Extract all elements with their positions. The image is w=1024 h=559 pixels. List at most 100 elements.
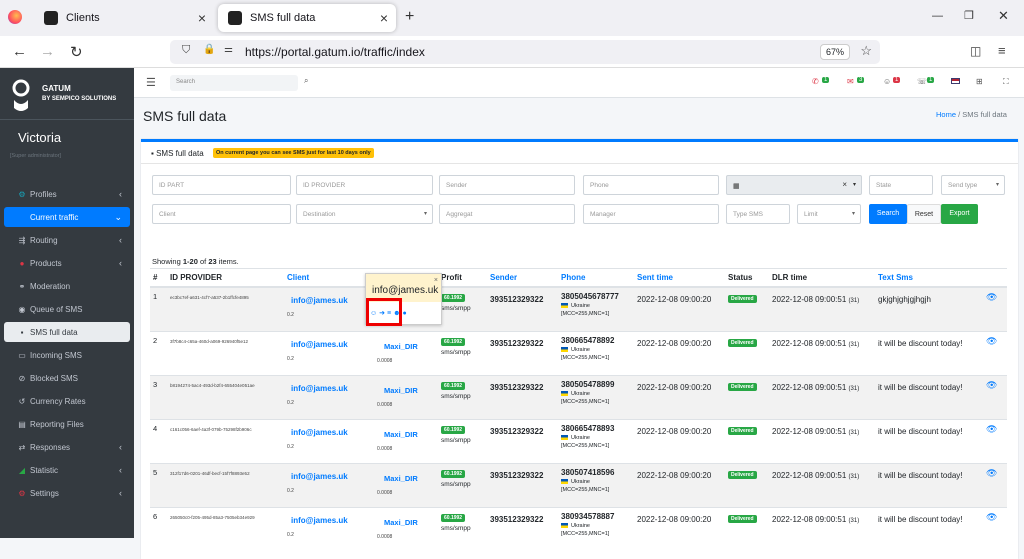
client-link[interactable]: info@james.uk [291, 472, 371, 481]
reset-button[interactable]: Reset [907, 204, 941, 224]
eye-icon[interactable]: 👁 [986, 380, 997, 390]
profit-cell: 60.1992 sms/smpp [438, 418, 487, 463]
export-button[interactable]: Export [941, 204, 978, 224]
close-tab-icon[interactable]: × [198, 10, 206, 26]
verified-icon[interactable]: ● [403, 310, 409, 317]
window-close-icon[interactable]: ✕ [998, 8, 1009, 24]
col-header-phone[interactable]: Phone [558, 268, 634, 288]
sidebar-item-settings[interactable]: ⚙ Settings ‹ [4, 483, 130, 503]
type-sms-input[interactable]: Type SMS [726, 204, 790, 224]
sidebar-item-queue[interactable]: ◉ Queue of SMS [4, 299, 130, 319]
user-name[interactable]: Victoria [18, 130, 61, 145]
sidebar-item-blocked-sms[interactable]: ⊘ Blocked SMS [4, 368, 130, 388]
client-link[interactable]: info@james.uk [291, 340, 371, 349]
browser-tab-sms-full-data[interactable]: SMS full data × [218, 4, 396, 32]
eye-icon[interactable]: 👁 [986, 468, 997, 478]
gatum-favicon-icon [228, 11, 242, 25]
alert-icon[interactable]: ✆ [812, 77, 819, 86]
col-header-sender[interactable]: Sender [487, 268, 558, 288]
card-title: ▪ SMS full data [151, 149, 204, 158]
sidebar-item-moderation[interactable]: ⚭ Moderation [4, 276, 130, 296]
sidebar-item-responses[interactable]: ⇄ Responses ‹ [4, 437, 130, 457]
user-group-icon[interactable]: ☺ [883, 77, 891, 86]
shield-icon[interactable]: ⛉ [182, 44, 190, 57]
sidebar-item-profiles[interactable]: ⚙ Profiles ‹ [4, 184, 130, 204]
popover-close-icon[interactable]: × [434, 277, 438, 284]
pocket-icon[interactable]: ◫ [970, 44, 981, 58]
zoom-level[interactable]: 67% [819, 44, 850, 60]
sidebar-item-routing[interactable]: ⇶ Routing ‹ [4, 230, 130, 250]
brand[interactable]: GATUM BY SEMPICO SOLUTIONS [0, 68, 134, 120]
reload-icon[interactable]: ↻ [70, 43, 83, 61]
sent-time: 2022-12-08 09:00:20 [637, 426, 712, 436]
restore-icon[interactable]: ❐ [964, 9, 974, 22]
sidebar-item-reporting-files[interactable]: ▤ Reporting Files [4, 414, 130, 434]
provider-link[interactable]: Maxi_DIR [384, 518, 435, 527]
sidebar-item-products[interactable]: ● Products ‹ [4, 253, 130, 273]
col-header-sent-time[interactable]: Sent time [634, 268, 725, 288]
message-icon[interactable]: ✉ [847, 77, 854, 86]
minimize-icon[interactable]: — [932, 10, 943, 22]
lock-icon[interactable]: 🔒 [203, 44, 215, 55]
fullscreen-icon[interactable]: ⛶ [1003, 77, 1009, 87]
sender-input[interactable]: Sender [439, 175, 575, 195]
eye-icon[interactable]: 👁 [986, 424, 997, 434]
aggregat-input[interactable]: Aggregat [439, 204, 575, 224]
limit-select[interactable]: Limit ▾ [797, 204, 861, 224]
new-tab-icon[interactable]: + [405, 8, 414, 26]
id-provider-input[interactable]: ID PROVIDER [296, 175, 433, 195]
country-name: Ukraine [571, 434, 590, 441]
status-cell: Delivered [725, 286, 769, 331]
state-input[interactable]: State [869, 175, 933, 195]
menu-icon[interactable]: ≡ [998, 43, 1006, 58]
sidebar-item-incoming-sms[interactable]: ▭ Incoming SMS [4, 345, 130, 365]
eye-icon[interactable]: 👁 [986, 292, 997, 302]
sent-time-cell: 2022-12-08 09:00:20 [634, 506, 725, 551]
send-type-select[interactable]: Send type ▾ [941, 175, 1005, 195]
eye-icon[interactable]: 👁 [986, 512, 997, 522]
sidebar-item-current-traffic[interactable]: Current traffic ⌄ [4, 207, 130, 227]
firefox-icon[interactable] [8, 10, 22, 24]
manager-input[interactable]: Manager [583, 204, 719, 224]
back-icon[interactable]: ← [12, 43, 27, 60]
sidebar-item-statistic[interactable]: ◢ Statistic ‹ [4, 460, 130, 480]
provider-link[interactable]: Maxi_DIR [384, 474, 435, 483]
status-cell: Delivered [725, 374, 769, 419]
date-range-picker[interactable]: ▦ × ▾ [726, 175, 862, 195]
clear-icon[interactable]: × [842, 180, 847, 189]
sidebar-item-sms-full-data[interactable]: ▪ SMS full data [4, 322, 130, 342]
provider-link[interactable]: Maxi_DIR [384, 430, 435, 439]
client-link[interactable]: info@james.uk [291, 516, 371, 525]
search-input[interactable]: Search [170, 75, 298, 91]
forward-icon[interactable]: → [40, 43, 55, 60]
eye-icon[interactable]: 👁 [986, 336, 997, 346]
sidebar-item-currency-rates[interactable]: ↺ Currency Rates [4, 391, 130, 411]
close-tab-icon[interactable]: × [380, 10, 388, 26]
client-link[interactable]: info@james.uk [291, 384, 371, 393]
url-field[interactable]: ⛉ 🔒 ⚌ https://portal.gatum.io/traffic/in… [170, 40, 880, 64]
sender-value: 393512329322 [490, 295, 544, 304]
breadcrumb-home[interactable]: Home [936, 110, 956, 119]
provider-link[interactable]: Maxi_DIR [384, 386, 435, 395]
client-link[interactable]: info@james.uk [291, 428, 371, 437]
phone-input[interactable]: Phone [583, 175, 719, 195]
status-cell: Delivered [725, 506, 769, 551]
search-icon[interactable]: ⌕ [304, 76, 308, 86]
browser-tab-clients[interactable]: Clients × [34, 4, 214, 32]
client-link[interactable]: info@james.uk [291, 296, 371, 305]
grid-icon[interactable]: ⊞ [976, 77, 983, 86]
id-part-input[interactable]: ID PART [152, 175, 291, 195]
bookmark-star-icon[interactable]: ☆ [860, 43, 872, 59]
client-input[interactable]: Client [152, 204, 291, 224]
url-text[interactable]: https://portal.gatum.io/traffic/index [245, 45, 425, 59]
support-icon[interactable]: ☏ [917, 77, 927, 86]
col-header-text-sms[interactable]: Text Sms [875, 268, 983, 288]
send-type: sms/smpp [441, 524, 471, 532]
permissions-icon[interactable]: ⚌ [224, 44, 233, 55]
us-flag-icon[interactable] [951, 78, 960, 84]
destination-select[interactable]: Destination ▾ [296, 204, 433, 224]
provider-link[interactable]: Maxi_DIR [384, 342, 435, 351]
search-button[interactable]: Search [869, 204, 907, 224]
col-header-client[interactable]: Client [284, 268, 374, 288]
hamburger-menu-icon[interactable]: ☰ [146, 76, 156, 89]
